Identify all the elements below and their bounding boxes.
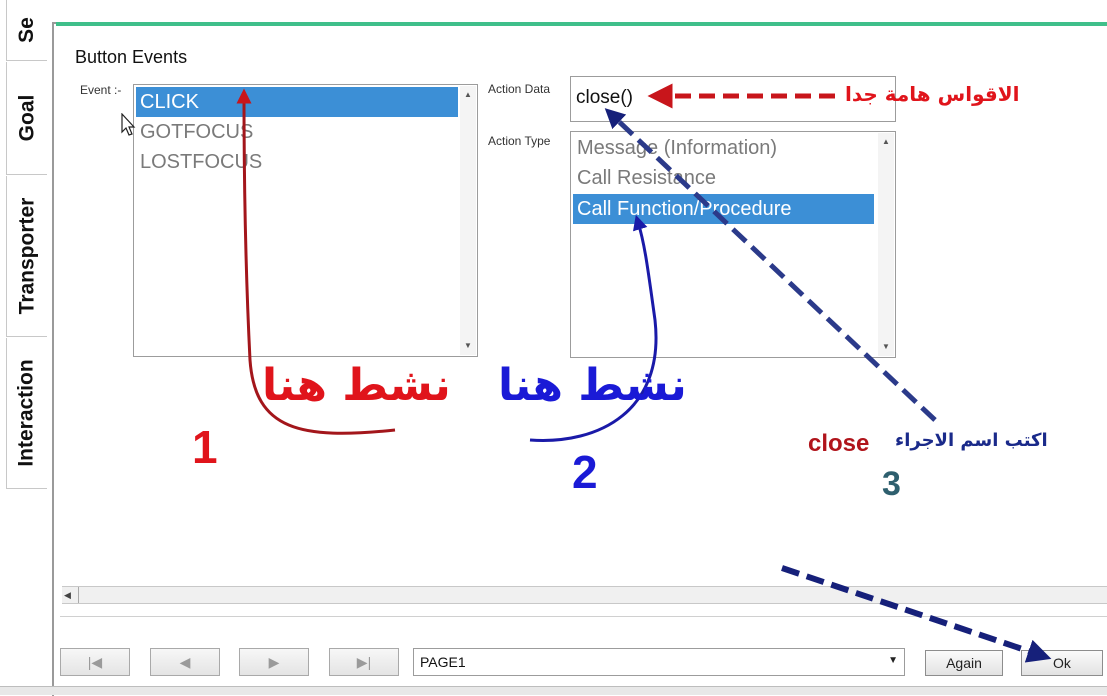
note-parentheses: الاقواس هامة جدا <box>845 82 1020 106</box>
note-write-proc-name: اكتب اسم الاجراء <box>895 430 1048 451</box>
step-1-label: 1 <box>192 421 218 473</box>
note-activate-2: نشط هنا <box>498 360 687 411</box>
arrow-ok <box>781 565 1052 663</box>
step-2-label: 2 <box>572 446 598 498</box>
step-3-label: 3 <box>882 465 901 503</box>
note-proc-name: close <box>808 430 870 457</box>
note-activate-1: نشط هنا <box>262 360 451 411</box>
